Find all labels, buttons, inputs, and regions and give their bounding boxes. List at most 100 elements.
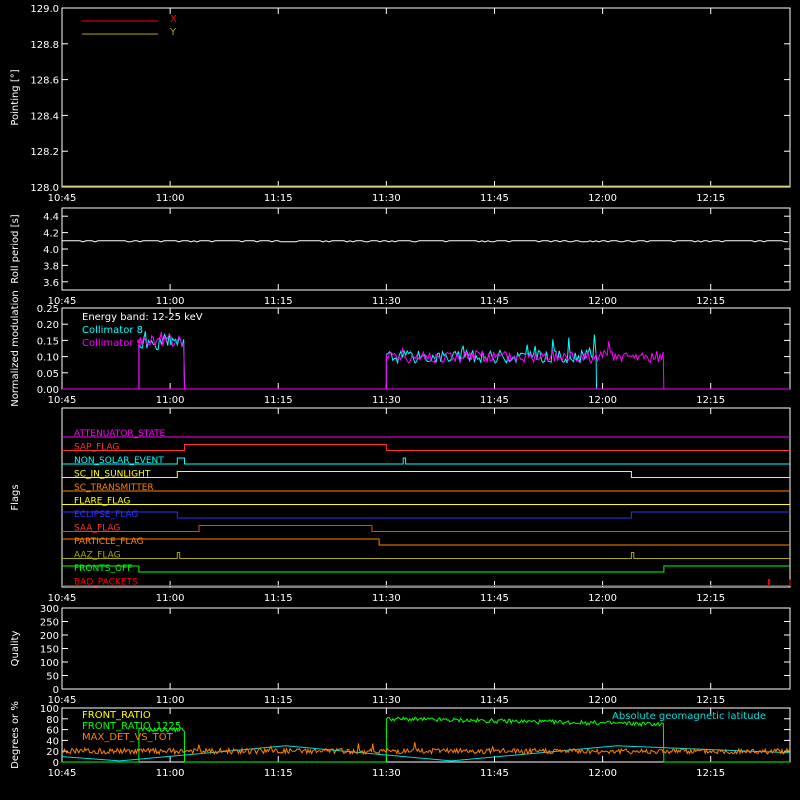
modulation-xtick-label: 10:45 [48,395,77,406]
ratios-xtick-label: 11:15 [264,768,293,779]
ratios-ytick-label: 80 [46,715,59,726]
pointing-xtick-label: 11:45 [480,193,509,204]
roll_period-xtick-label: 11:15 [264,296,293,307]
ratios-ytick-label: 100 [40,704,59,715]
flag-line-6 [62,511,790,519]
flags-xtick-label: 12:00 [588,593,617,604]
flags-xtick-label: 11:30 [372,593,401,604]
ratios-ytick-label: 0 [53,758,59,769]
ratios-ylabel: Degrees or % [10,701,21,769]
pointing-xtick-label: 10:45 [48,193,77,204]
modulation-ytick-label: 0.25 [37,304,59,315]
roll_period-xtick-label: 11:30 [372,296,401,307]
roll_period-xtick-label: 11:45 [480,296,509,307]
modulation-xtick-label: 12:15 [696,395,725,406]
flags-xtick-label: 10:45 [48,593,77,604]
ratios-xtick-label: 12:15 [696,768,725,779]
legend-front-ratio-1225: FRONT_RATIO_1225 [82,721,181,732]
flag-label-10: FRONTS_OFF [74,564,132,574]
pointing-ytick-label: 129.0 [30,4,59,15]
modulation-ytick-label: 0.00 [37,385,59,396]
chart-svg: 10:45 11:00 11:15 11:30 11:45 12:00 12:15 Point… [10,4,791,779]
quality-xtick-label: 11:30 [372,695,401,706]
flag-label-7: SAA_FLAG [74,524,120,534]
geomag-latitude-line [61,745,791,762]
flags-ylabel: Flags [10,484,21,510]
pointing-xtick-label: 12:15 [696,193,725,204]
pointing-ylabel: Pointing [°] [10,69,21,125]
legend-geomag-latitude: Absolute geomagnetic latitude [612,711,766,722]
legend-max-det-vs-tot: MAX_DET_VS_TOT [82,732,174,743]
roll_period-ylabel: Roll period [s] [10,214,21,283]
modulation-xtick-label: 12:00 [588,395,617,406]
modulation-energy-band: Energy band: 12-25 keV [82,312,203,323]
flag-label-11: BAD_PACKETS [74,578,138,588]
flag-label-3: SC_IN_SUNLIGHT [74,470,151,480]
flag-line-8 [62,538,790,546]
pointing-ytick-label: 128.2 [30,147,59,158]
flag-label-2: NON_SOLAR_EVENT [74,456,164,466]
pointing-xtick-label: 12:00 [588,193,617,204]
ratios-xtick-label: 11:45 [480,768,509,779]
flags-xtick-label: 12:15 [696,593,725,604]
quality-xtick-label: 12:00 [588,695,617,706]
modulation-ylabel: Normalized modulation [10,290,21,407]
quality-xtick-label: 12:15 [696,695,725,706]
flags-xtick-label: 11:00 [156,593,185,604]
legend-collimator-9: Collimator 9 [82,338,143,349]
flag-line-11 [62,579,791,586]
legend-y-label: Y [169,27,177,38]
pointing-xtick-label: 11:00 [156,193,185,204]
ratios-ytick-label: 60 [46,726,59,737]
quality-ytick-label: 0 [53,685,59,696]
modulation-ytick-label: 0.10 [37,353,59,364]
modulation-xtick-label: 11:30 [372,395,401,406]
ratios-ytick-label: 20 [46,747,59,758]
roll_period-ytick-label: 4.4 [43,212,59,223]
flags-xtick-label: 11:45 [480,593,509,604]
roll_period-ytick-label: 3.8 [43,261,59,272]
flag-label-6: ECLIPSE_FLAG [74,510,138,520]
modulation-xtick-label: 11:15 [264,395,293,406]
ratios-ytick-label: 40 [46,736,59,747]
ratios-xtick-label: 10:45 [48,768,77,779]
quality-xtick-label: 11:15 [264,695,293,706]
ratios-xtick-label: 11:00 [156,768,185,779]
modulation-ytick-label: 0.05 [37,369,59,380]
flag-label-4: SC_TRANSMITTER [74,483,154,493]
flags-frame [61,407,791,588]
modulation-xtick-label: 11:00 [156,395,185,406]
flag-line-7 [62,525,790,532]
roll_period-frame [61,207,791,291]
roll_period-ytick-label: 3.6 [43,278,59,289]
roll_period-ytick-label: 4.0 [43,245,59,256]
ratios-xtick-label: 11:30 [372,768,401,779]
quality-ylabel: Quality [10,631,21,667]
flag-line-9 [62,552,790,559]
quality-ytick-label: 250 [40,618,59,629]
roll_period-xtick-label: 11:00 [156,296,185,307]
legend-front-ratio: FRONT_RATIO [82,710,151,721]
modulation-ytick-label: 0.15 [37,336,59,347]
quality-frame [61,607,791,690]
flag-line-2 [62,457,790,465]
flag-label-5: FLARE_FLAG [74,497,130,507]
legend-x-label: X [170,14,177,25]
flag-label-8: PARTICLE_FLAG [74,537,144,547]
pointing-ytick-label: 128.6 [30,76,59,87]
flag-label-9: AAZ_FLAG [74,551,121,561]
quality-ytick-label: 300 [40,604,59,615]
modulation-series-0 [385,334,598,390]
modulation-series-1 [385,341,665,390]
modulation-xtick-label: 11:45 [480,395,509,406]
flags-xtick-label: 11:15 [264,593,293,604]
flag-label-1: SAP_FLAG [74,443,119,453]
ratios-xtick-label: 12:00 [588,768,617,779]
modulation-ytick-label: 0.20 [37,320,59,331]
pointing-ytick-label: 128.0 [30,183,59,194]
flag-line-3 [62,471,790,478]
quality-ytick-label: 100 [40,658,59,669]
quality-ytick-label: 150 [40,645,59,656]
roll_period-xtick-label: 12:00 [588,296,617,307]
quality-xtick-label: 11:00 [156,695,185,706]
